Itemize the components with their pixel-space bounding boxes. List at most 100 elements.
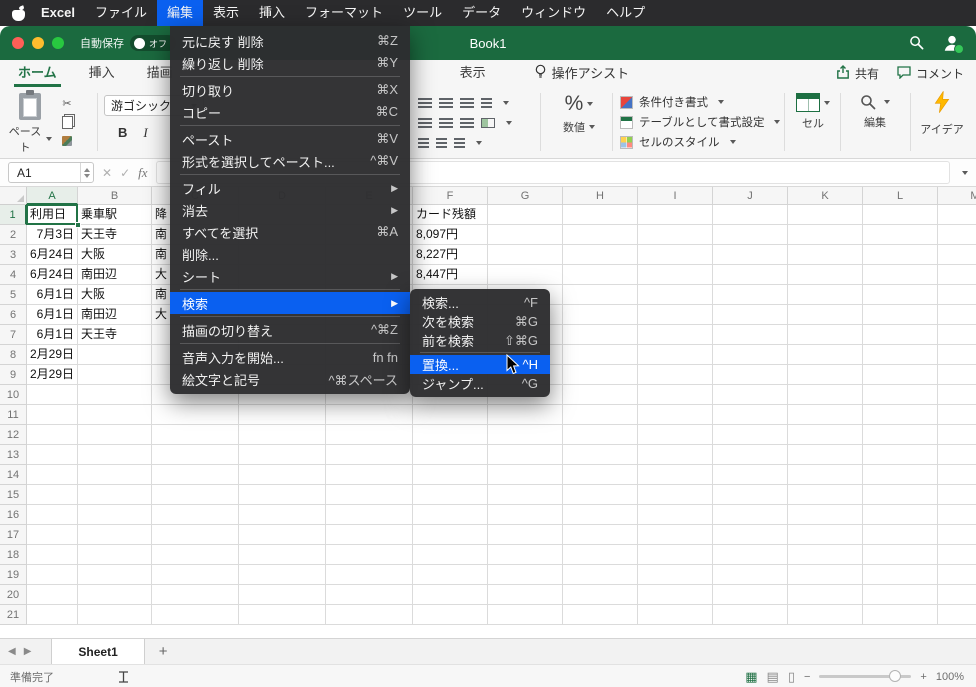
cell-G2[interactable] — [488, 225, 563, 245]
cell-G17[interactable] — [488, 525, 563, 545]
stepper-up-icon[interactable] — [84, 167, 90, 172]
cell-M21[interactable] — [938, 605, 976, 625]
apple-menu[interactable] — [12, 6, 25, 21]
edit-menu-item-cut[interactable]: 切り取り ⌘X — [170, 79, 410, 101]
cell-B17[interactable] — [78, 525, 152, 545]
cell-H6[interactable] — [563, 305, 638, 325]
column-header-K[interactable]: K — [788, 187, 863, 205]
cell-G4[interactable] — [488, 265, 563, 285]
cancel-icon[interactable]: ✕ — [102, 166, 112, 180]
column-header-J[interactable]: J — [713, 187, 788, 205]
alignment-dropdown-icon[interactable] — [503, 101, 509, 105]
cell-H13[interactable] — [563, 445, 638, 465]
cell-M10[interactable] — [938, 385, 976, 405]
cell-K2[interactable] — [788, 225, 863, 245]
cell-H7[interactable] — [563, 325, 638, 345]
tab-home[interactable]: ホーム — [14, 62, 61, 87]
cell-A18[interactable] — [27, 545, 78, 565]
edit-menu-item-start-dictation[interactable]: 音声入力を開始... fn fn — [170, 346, 410, 368]
cell-L9[interactable] — [863, 365, 938, 385]
menubar-item-format[interactable]: フォーマット — [295, 0, 393, 26]
cell-I17[interactable] — [638, 525, 713, 545]
cell-L12[interactable] — [863, 425, 938, 445]
cell-F21[interactable] — [413, 605, 488, 625]
cell-M14[interactable] — [938, 465, 976, 485]
cell-J2[interactable] — [713, 225, 788, 245]
cell-D19[interactable] — [239, 565, 326, 585]
cell-A4[interactable]: 6月24日 — [27, 265, 78, 285]
cell-G21[interactable] — [488, 605, 563, 625]
fullscreen-button[interactable] — [52, 37, 64, 49]
cell-F15[interactable] — [413, 485, 488, 505]
cell-L13[interactable] — [863, 445, 938, 465]
cell-B11[interactable] — [78, 405, 152, 425]
find-submenu-item-find-next[interactable]: 次を検索 ⌘G — [410, 312, 550, 331]
cell-G3[interactable] — [488, 245, 563, 265]
cell-K19[interactable] — [788, 565, 863, 585]
cell-C19[interactable] — [152, 565, 239, 585]
menubar-item-view[interactable]: 表示 — [203, 0, 249, 26]
zoom-level[interactable]: 100% — [936, 671, 964, 683]
cell-J6[interactable] — [713, 305, 788, 325]
cell-H5[interactable] — [563, 285, 638, 305]
cell-J7[interactable] — [713, 325, 788, 345]
cell-I20[interactable] — [638, 585, 713, 605]
cell-L19[interactable] — [863, 565, 938, 585]
align-right-icon[interactable] — [460, 118, 474, 128]
cell-G20[interactable] — [488, 585, 563, 605]
cell-L5[interactable] — [863, 285, 938, 305]
row-header-19[interactable]: 19 — [0, 565, 27, 585]
cell-K4[interactable] — [788, 265, 863, 285]
cell-B10[interactable] — [78, 385, 152, 405]
cell-J13[interactable] — [713, 445, 788, 465]
cell-K8[interactable] — [788, 345, 863, 365]
cell-K9[interactable] — [788, 365, 863, 385]
cell-K1[interactable] — [788, 205, 863, 225]
zoom-out-button[interactable]: − — [804, 671, 810, 683]
cell-E20[interactable] — [326, 585, 413, 605]
zoom-slider-knob[interactable] — [889, 670, 902, 682]
menubar-item-insert[interactable]: 挿入 — [249, 0, 295, 26]
row-header-20[interactable]: 20 — [0, 585, 27, 605]
cell-I6[interactable] — [638, 305, 713, 325]
row-header-14[interactable]: 14 — [0, 465, 27, 485]
menubar-item-file[interactable]: ファイル — [85, 0, 157, 26]
cell-H14[interactable] — [563, 465, 638, 485]
align-left-icon[interactable] — [418, 118, 432, 128]
cell-H20[interactable] — [563, 585, 638, 605]
cell-I18[interactable] — [638, 545, 713, 565]
cell-B4[interactable]: 南田辺 — [78, 265, 152, 285]
menubar-item-excel[interactable]: Excel — [31, 0, 85, 26]
cell-M4[interactable] — [938, 265, 976, 285]
cell-L3[interactable] — [863, 245, 938, 265]
row-header-17[interactable]: 17 — [0, 525, 27, 545]
cell-A10[interactable] — [27, 385, 78, 405]
page-break-view-icon[interactable]: ▯ — [788, 669, 795, 685]
cell-A17[interactable] — [27, 525, 78, 545]
cell-E11[interactable] — [326, 405, 413, 425]
cell-I5[interactable] — [638, 285, 713, 305]
cell-D13[interactable] — [239, 445, 326, 465]
cell-H2[interactable] — [563, 225, 638, 245]
cell-K13[interactable] — [788, 445, 863, 465]
cell-H4[interactable] — [563, 265, 638, 285]
previous-sheet-icon[interactable]: ◀ — [0, 646, 24, 657]
cell-K14[interactable] — [788, 465, 863, 485]
menubar-item-tools[interactable]: ツール — [393, 0, 452, 26]
find-submenu-item-go-to[interactable]: ジャンプ... ^G — [410, 374, 550, 393]
cell-K15[interactable] — [788, 485, 863, 505]
bold-button[interactable]: B — [118, 125, 127, 141]
page-layout-view-icon[interactable]: ▤ — [767, 669, 779, 685]
cell-H3[interactable] — [563, 245, 638, 265]
cell-K6[interactable] — [788, 305, 863, 325]
edit-menu-item-copy[interactable]: コピー ⌘C — [170, 101, 410, 123]
cell-F17[interactable] — [413, 525, 488, 545]
cell-I7[interactable] — [638, 325, 713, 345]
normal-view-icon[interactable]: ▦ — [745, 669, 757, 685]
cell-L6[interactable] — [863, 305, 938, 325]
cell-J16[interactable] — [713, 505, 788, 525]
cell-E18[interactable] — [326, 545, 413, 565]
text-orientation-icon[interactable] — [454, 138, 465, 148]
cell-K12[interactable] — [788, 425, 863, 445]
column-header-I[interactable]: I — [638, 187, 713, 205]
